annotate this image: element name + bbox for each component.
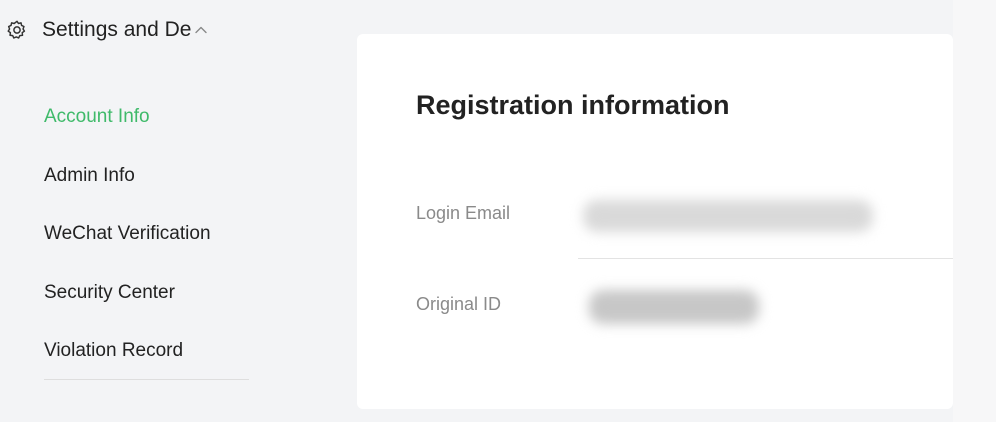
original-id-label: Original ID bbox=[416, 294, 502, 314]
field-divider bbox=[578, 258, 953, 259]
settings-nav: Account Info Admin Info WeChat Verificat… bbox=[44, 88, 264, 381]
settings-section-header[interactable]: Settings and De bbox=[6, 14, 209, 46]
sidebar-item-violation-record[interactable]: Violation Record bbox=[44, 322, 264, 381]
sidebar: Settings and De Account Info Admin Info … bbox=[0, 0, 260, 422]
sidebar-item-security-center[interactable]: Security Center bbox=[44, 264, 264, 323]
chevron-up-icon[interactable] bbox=[193, 22, 209, 38]
registration-info-card: Registration information Login Email Ori… bbox=[357, 34, 953, 409]
sidebar-item-wechat-verification[interactable]: WeChat Verification bbox=[44, 205, 264, 264]
login-email-label: Login Email bbox=[416, 203, 511, 223]
sidebar-item-admin-info[interactable]: Admin Info bbox=[44, 147, 264, 206]
sidebar-item-account-info[interactable]: Account Info bbox=[44, 88, 264, 147]
login-email-value-redacted bbox=[583, 200, 873, 232]
sidebar-divider bbox=[44, 379, 249, 380]
settings-page: Settings and De Account Info Admin Info … bbox=[0, 0, 996, 422]
right-gutter bbox=[953, 0, 996, 422]
page-title: Registration information bbox=[416, 90, 730, 120]
original-id-value-redacted bbox=[589, 290, 759, 324]
settings-section-title: Settings and De bbox=[42, 18, 192, 41]
gear-icon bbox=[6, 19, 28, 41]
